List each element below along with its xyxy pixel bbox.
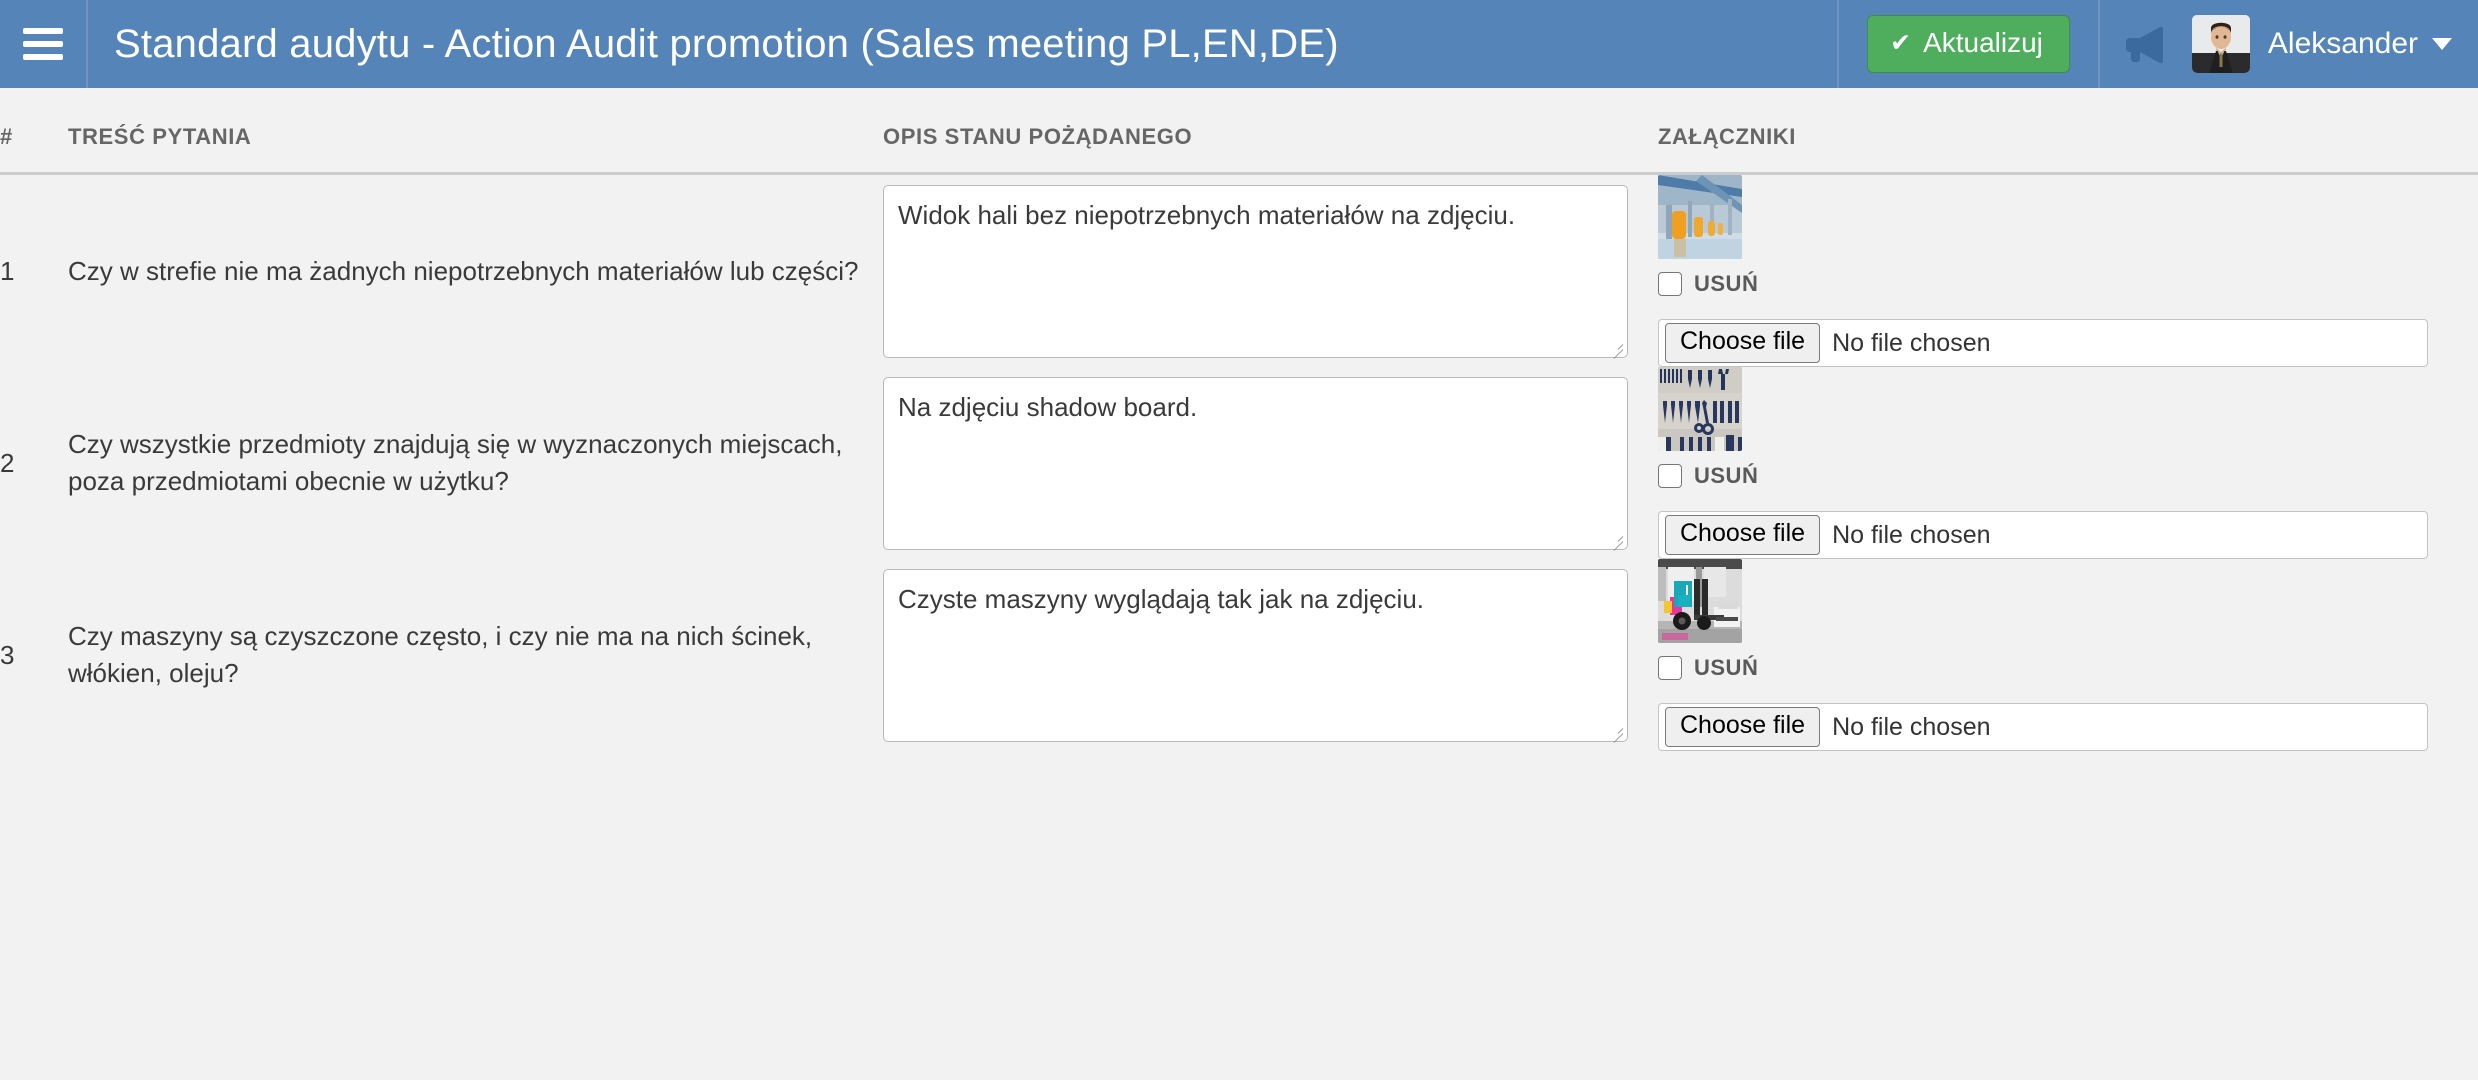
question-text: Czy maszyny są czyszczone często, i czy … <box>68 621 813 688</box>
table-row: 3 Czy maszyny są czyszczone często, i cz… <box>0 559 2478 751</box>
table-row: 2 Czy wszystkie przedmioty znajdują się … <box>0 367 2478 559</box>
page-title: Standard audytu - Action Audit promotion… <box>114 21 1339 66</box>
delete-attachment-label: USUŃ <box>1694 463 1759 488</box>
file-status-label: No file chosen <box>1832 520 1991 549</box>
choose-file-button[interactable]: Choose file <box>1665 515 1821 555</box>
file-upload-row: Choose file No file chosen <box>1658 319 2478 367</box>
delete-attachment-checkbox[interactable] <box>1658 464 1682 488</box>
attachment-thumbnail[interactable] <box>1658 175 1742 259</box>
table-header-row: # TREŚĆ PYTANIA OPIS STANU POŻĄDANEGO ZA… <box>0 88 2478 175</box>
caret-down-icon <box>2432 38 2452 50</box>
description-textarea-wrapper <box>883 184 1628 359</box>
file-upload-input[interactable]: Choose file No file chosen <box>1658 703 2428 751</box>
table-body: 1 Czy w strefie nie ma żadnych niepotrze… <box>0 174 2478 751</box>
user-name-label: Aleksander <box>2267 27 2418 60</box>
user-menu[interactable]: Aleksander <box>2191 0 2478 88</box>
attachments-cell: USUŃ Choose file No file chosen <box>1658 559 2478 751</box>
delete-attachment-label: USUŃ <box>1694 271 1759 296</box>
description-input[interactable] <box>883 568 1628 742</box>
attachments-cell: USUŃ Choose file No file chosen <box>1658 367 2478 559</box>
delete-attachment-row: USUŃ <box>1658 463 2478 489</box>
description-textarea-wrapper <box>883 376 1628 551</box>
attachments-cell: USUŃ Choose file No file chosen <box>1658 174 2478 367</box>
file-upload-input[interactable]: Choose file No file chosen <box>1658 511 2428 559</box>
choose-file-button[interactable]: Choose file <box>1665 707 1821 747</box>
delete-attachment-row: USUŃ <box>1658 271 2478 297</box>
hamburger-menu-button[interactable] <box>0 0 88 88</box>
table-row: 1 Czy w strefie nie ma żadnych niepotrze… <box>0 174 2478 368</box>
column-header-description: OPIS STANU POŻĄDANEGO <box>883 88 1658 175</box>
update-button[interactable]: ✔ Aktualizuj <box>1867 15 2070 73</box>
attachment-thumbnail[interactable] <box>1658 367 1742 451</box>
delete-attachment-checkbox[interactable] <box>1658 656 1682 680</box>
column-header-question: TREŚĆ PYTANIA <box>68 88 883 175</box>
attachment-thumbnail[interactable] <box>1658 559 1742 643</box>
description-cell <box>883 559 1658 751</box>
update-button-label: Aktualizuj <box>1923 27 2043 58</box>
file-upload-row: Choose file No file chosen <box>1658 511 2478 559</box>
avatar <box>2191 15 2250 73</box>
description-cell <box>883 367 1658 559</box>
file-upload-row: Choose file No file chosen <box>1658 703 2478 751</box>
column-header-attachments: ZAŁĄCZNIKI <box>1658 88 2478 175</box>
audit-table: # TREŚĆ PYTANIA OPIS STANU POŻĄDANEGO ZA… <box>0 88 2478 751</box>
megaphone-icon <box>2124 24 2168 64</box>
attachment-item: USUŃ <box>1658 367 2478 489</box>
app-header: Standard audytu - Action Audit promotion… <box>0 0 2478 88</box>
row-number: 1 <box>0 255 15 286</box>
description-cell <box>883 174 1658 368</box>
row-number: 2 <box>0 447 15 478</box>
audit-content: # TREŚĆ PYTANIA OPIS STANU POŻĄDANEGO ZA… <box>0 88 2478 751</box>
description-input[interactable] <box>883 376 1628 550</box>
announcements-button[interactable] <box>2100 0 2192 88</box>
delete-attachment-label: USUŃ <box>1694 655 1759 680</box>
page-title-container: Standard audytu - Action Audit promotion… <box>88 0 1837 88</box>
hamburger-icon <box>23 28 63 60</box>
question-text: Czy w strefie nie ma żadnych niepotrzebn… <box>68 255 859 286</box>
table-header: # TREŚĆ PYTANIA OPIS STANU POŻĄDANEGO ZA… <box>0 88 2478 175</box>
description-textarea-wrapper <box>883 568 1628 743</box>
choose-file-button[interactable]: Choose file <box>1665 323 1821 363</box>
delete-attachment-checkbox[interactable] <box>1658 272 1682 296</box>
file-status-label: No file chosen <box>1832 712 1991 741</box>
attachment-item: USUŃ <box>1658 559 2478 681</box>
check-icon: ✔ <box>1890 28 1912 57</box>
update-button-container: ✔ Aktualizuj <box>1837 0 2100 88</box>
question-text: Czy wszystkie przedmioty znajdują się w … <box>68 429 843 496</box>
delete-attachment-row: USUŃ <box>1658 655 2478 681</box>
description-input[interactable] <box>883 184 1628 358</box>
file-status-label: No file chosen <box>1832 328 1991 357</box>
attachment-item: USUŃ <box>1658 175 2478 297</box>
row-number: 3 <box>0 639 15 670</box>
column-header-number: # <box>0 88 68 175</box>
file-upload-input[interactable]: Choose file No file chosen <box>1658 319 2428 367</box>
